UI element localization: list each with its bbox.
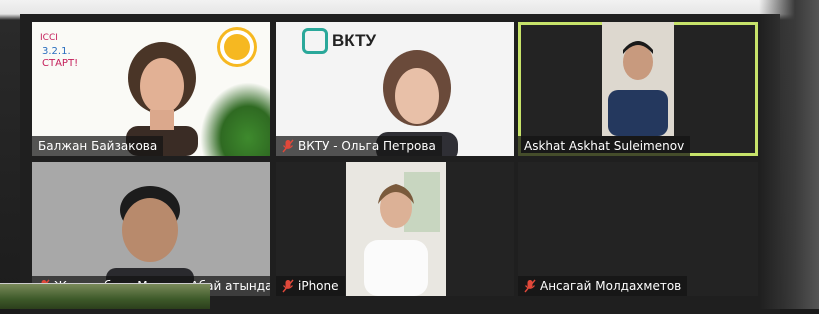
video-tile-6[interactable]: Ансагай Молдахметов — [518, 162, 758, 296]
svg-text:ICCI: ICCI — [40, 33, 58, 43]
participant-name: iPhone — [276, 276, 345, 296]
video-tile-1[interactable]: ICCI 3.2.1. СТАРТ! Балжан Байзакова — [32, 22, 270, 156]
video-tile-3-active-speaker[interactable]: Askhat Askhat Suleimenov — [518, 22, 758, 156]
video-gallery: ICCI 3.2.1. СТАРТ! Балжан Байзакова ВКТУ — [20, 14, 780, 314]
participant-name-text: Балжан Байзакова — [38, 139, 158, 153]
mic-muted-icon — [524, 279, 536, 293]
photo-overlay-foliage — [0, 284, 210, 309]
participant-video — [602, 22, 674, 136]
video-tile-2[interactable]: ВКТУ ВКТУ - Ольга Петрова — [276, 22, 514, 156]
mic-muted-icon — [282, 279, 294, 293]
mic-muted-icon — [282, 139, 294, 153]
participant-name-text: ВКТУ - Ольга Петрова — [298, 139, 436, 153]
participant-name-text: Ансагай Молдахметов — [540, 279, 682, 293]
participant-name: Балжан Байзакова — [32, 136, 164, 156]
participant-name-text: iPhone — [298, 279, 339, 293]
participant-name-text: Askhat Askhat Suleimenov — [524, 139, 685, 153]
participant-name: Ансагай Молдахметов — [518, 276, 688, 296]
screen-edge-shadow — [759, 0, 819, 309]
brand-icon — [302, 28, 328, 54]
svg-text:СТАРТ!: СТАРТ! — [42, 58, 78, 68]
video-tile-4[interactable]: Жолдасбаев Мауыен Абай атында... — [32, 162, 270, 296]
svg-text:3.2.1.: 3.2.1. — [42, 46, 71, 57]
participant-name: ВКТУ - Ольга Петрова — [276, 136, 442, 156]
video-tile-5[interactable]: iPhone — [276, 162, 514, 296]
participant-name: Askhat Askhat Suleimenov — [518, 136, 691, 156]
participant-video — [346, 162, 446, 296]
sun-graphic — [224, 34, 250, 60]
start-logo: ICCI 3.2.1. СТАРТ! — [40, 33, 78, 68]
